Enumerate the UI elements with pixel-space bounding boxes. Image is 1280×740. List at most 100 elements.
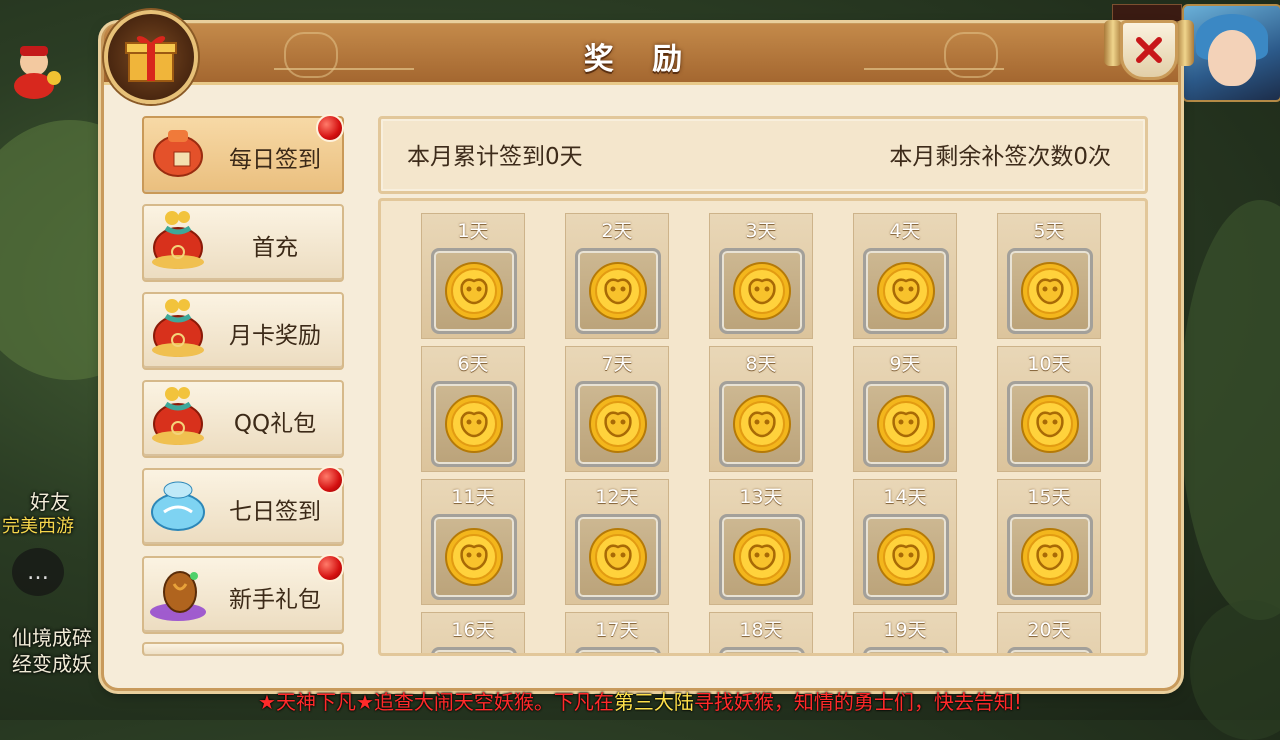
checkin-day-cell[interactable]: 10天: [997, 346, 1101, 472]
player-avatar[interactable]: [1182, 4, 1280, 102]
gold-coin-icon: [876, 527, 936, 587]
day-label: 6天: [457, 353, 489, 375]
reward-slot[interactable]: [719, 248, 805, 334]
reward-slot[interactable]: [575, 381, 661, 467]
sidebar-item-2[interactable]: 首充: [142, 204, 344, 282]
gold-coin-icon: [588, 261, 648, 321]
sidebar-item-partial[interactable]: [142, 642, 344, 656]
checkin-day-cell[interactable]: 9天: [853, 346, 957, 472]
checkin-day-cell[interactable]: 14天: [853, 479, 957, 605]
gold-coin-icon: [444, 394, 504, 454]
reward-slot[interactable]: [575, 248, 661, 334]
coin-bag-icon: [148, 208, 218, 278]
reward-slot[interactable]: [575, 514, 661, 600]
day-label: 12天: [595, 486, 639, 508]
gold-coin-icon: [1020, 394, 1080, 454]
reward-slot[interactable]: [863, 381, 949, 467]
gold-coin-icon: [588, 527, 648, 587]
coin-bag-icon: [148, 296, 218, 366]
notification-dot-icon: [316, 466, 344, 494]
sidebar-item-6[interactable]: 新手礼包: [142, 554, 344, 634]
checkin-day-cell[interactable]: 4天: [853, 213, 957, 339]
day-label: 2天: [601, 220, 633, 242]
reward-slot[interactable]: [1007, 248, 1093, 334]
gold-coin-icon: [876, 394, 936, 454]
bg-friend-label[interactable]: 好友: [30, 486, 70, 515]
sidebar-item-5[interactable]: 七日签到: [142, 466, 344, 546]
bg-chat-line: 经变成妖: [12, 652, 92, 676]
sidebar-item-label: 首充: [252, 235, 298, 261]
sidebar-item-label: 七日签到: [229, 499, 321, 525]
reward-slot[interactable]: [1007, 381, 1093, 467]
checkin-day-cell[interactable]: 8天: [709, 346, 813, 472]
gold-coin-icon: [588, 394, 648, 454]
day-label: 1天: [457, 220, 489, 242]
sidebar-item-3[interactable]: 月卡奖励: [142, 292, 344, 370]
day-label: 20天: [1027, 619, 1071, 641]
gold-coin-icon: [444, 527, 504, 587]
sidebar-item-1[interactable]: 每日签到: [142, 114, 344, 194]
day-label: 18天: [739, 619, 783, 641]
fortune-god-icon[interactable]: [6, 40, 64, 100]
ticker-text-2: 寻找妖猴，知情的勇士们，快去告知!: [693, 690, 1022, 714]
bg-game-name: 完美西游: [2, 516, 74, 537]
sidebar-item-label: 月卡奖励: [229, 323, 321, 349]
reward-slot[interactable]: [863, 514, 949, 600]
checkin-day-cell[interactable]: 6天: [421, 346, 525, 472]
sidebar-item-4[interactable]: QQ礼包: [142, 380, 344, 458]
notification-dot-icon: [316, 114, 344, 142]
reward-slot[interactable]: [575, 647, 661, 653]
checkin-day-cell[interactable]: 1天: [421, 213, 525, 339]
header-pillar: [1176, 20, 1194, 66]
gift-box-icon: [104, 10, 198, 104]
reward-slot[interactable]: [863, 647, 949, 653]
checkin-summary-bar: 本月累计签到0天 本月剩余补签次数0次: [378, 116, 1148, 194]
reward-slot[interactable]: [431, 514, 517, 600]
notification-dot-icon: [316, 554, 344, 582]
checkin-day-cell[interactable]: 11天: [421, 479, 525, 605]
checkin-day-cell[interactable]: 12天: [565, 479, 669, 605]
reward-slot[interactable]: [719, 381, 805, 467]
reward-slot[interactable]: [1007, 647, 1093, 653]
panel-title: 奖 励: [583, 42, 697, 77]
checkin-day-cell[interactable]: 13天: [709, 479, 813, 605]
close-button[interactable]: [1120, 20, 1178, 80]
day-label: 15天: [1027, 486, 1071, 508]
checkin-day-cell[interactable]: 7天: [565, 346, 669, 472]
gift-box-icon: [125, 36, 177, 82]
checkin-day-cell[interactable]: 5天: [997, 213, 1101, 339]
day-label: 17天: [595, 619, 639, 641]
checkin-day-cell[interactable]: 15天: [997, 479, 1101, 605]
gold-coin-icon: [444, 261, 504, 321]
sidebar-item-label: 每日签到: [229, 147, 321, 173]
checkin-day-cell[interactable]: 19天: [853, 612, 957, 653]
day-label: 9天: [889, 353, 921, 375]
day-label: 10天: [1027, 353, 1071, 375]
reward-slot[interactable]: [431, 647, 517, 653]
checkin-day-cell[interactable]: 20天: [997, 612, 1101, 653]
monthly-checkin-count: 本月累计签到0天: [407, 144, 583, 170]
chat-icon[interactable]: …: [12, 548, 64, 596]
checkin-day-cell[interactable]: 18天: [709, 612, 813, 653]
reward-slot[interactable]: [1007, 514, 1093, 600]
day-label: 3天: [745, 220, 777, 242]
purple-bag-icon: [148, 560, 218, 630]
reward-slot[interactable]: [863, 248, 949, 334]
sidebar-item-label: 新手礼包: [229, 587, 321, 613]
reward-slot[interactable]: [719, 647, 805, 653]
checkin-day-cell[interactable]: 2天: [565, 213, 669, 339]
red-pouch-icon: [148, 120, 218, 190]
header-ornament: [944, 32, 998, 78]
announcement-ticker: ★天神下凡★追查大闹天空妖猴。下凡在第三大陆寻找妖猴，知情的勇士们，快去告知!: [0, 686, 1280, 720]
reward-slot[interactable]: [719, 514, 805, 600]
reward-slot[interactable]: [431, 248, 517, 334]
avatar-face: [1208, 30, 1256, 86]
gold-coin-icon: [1020, 527, 1080, 587]
gold-coin-icon: [1020, 261, 1080, 321]
background-foliage: [1180, 200, 1280, 620]
checkin-day-cell[interactable]: 3天: [709, 213, 813, 339]
ticker-text-highlight: 第三大陆: [613, 690, 694, 714]
checkin-day-cell[interactable]: 16天: [421, 612, 525, 653]
reward-slot[interactable]: [431, 381, 517, 467]
checkin-day-cell[interactable]: 17天: [565, 612, 669, 653]
